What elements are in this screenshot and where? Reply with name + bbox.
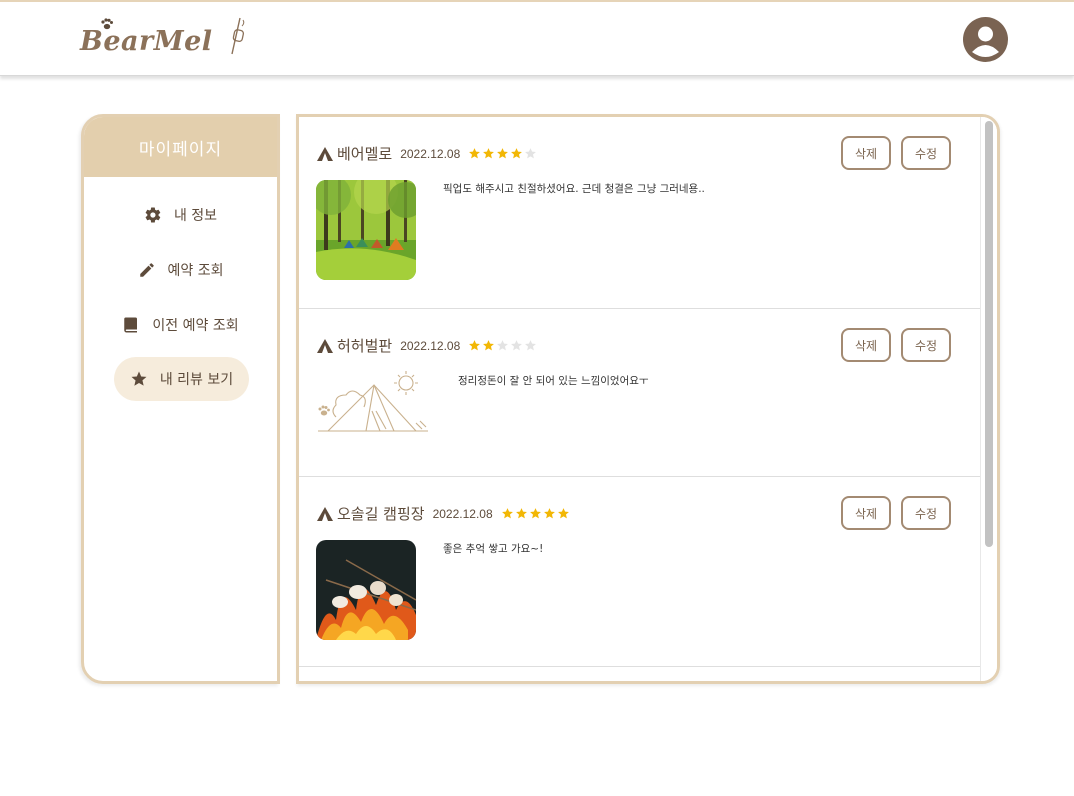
pencil-icon xyxy=(139,263,154,277)
tent-illustration xyxy=(316,371,436,441)
gear-icon xyxy=(145,207,161,223)
sidebar-title: 마이페이지 xyxy=(84,117,277,177)
campsite-name: 허허벌판 xyxy=(337,337,393,355)
star-filled-icon xyxy=(469,340,481,351)
star-filled-icon xyxy=(529,508,541,519)
star-filled-icon xyxy=(543,508,555,519)
star-filled-icon xyxy=(483,148,495,159)
campsite-name: 베어멜로 xyxy=(337,145,393,163)
star-filled-icon xyxy=(497,148,509,159)
sidebar: 마이페이지 내 정보 예약 조회 이전 예약 조회 내 리뷰 보기 xyxy=(81,114,280,684)
review-photo-forest xyxy=(316,180,416,280)
review-card: 허허벌판 2022.12.08 삭제 수정 정리정돈이 잘 안 되어 있는 느낌… xyxy=(299,309,983,477)
edit-button[interactable]: 수정 xyxy=(901,496,951,530)
review-date: 2022.12.08 xyxy=(400,146,461,161)
star-filled-icon xyxy=(515,508,527,519)
review-date: 2022.12.08 xyxy=(432,506,493,521)
sidebar-item-label: 예약 조회 xyxy=(167,263,224,279)
star-icon xyxy=(131,371,147,386)
delete-button[interactable]: 삭제 xyxy=(841,136,891,170)
star-empty-icon xyxy=(525,340,537,351)
star-filled-icon xyxy=(557,508,569,519)
paw-icon xyxy=(101,18,113,30)
review-header: 베어멜로 2022.12.08 xyxy=(317,143,537,164)
sidebar-item-label: 내 정보 xyxy=(173,208,218,224)
sidebar-item-past-reservations[interactable]: 이전 예약 조회 xyxy=(84,303,277,347)
star-empty-icon xyxy=(511,340,523,351)
user-avatar[interactable] xyxy=(963,17,1008,62)
review-header: 오솔길 캠핑장 2022.12.08 xyxy=(317,503,570,524)
top-header: BearMel xyxy=(0,0,1074,76)
tent-icon xyxy=(317,506,333,521)
review-text: 좋은 추억 쌓고 가요~! xyxy=(443,543,544,555)
review-photo-campfire xyxy=(316,540,416,640)
edit-button[interactable]: 수정 xyxy=(901,328,951,362)
star-filled-icon xyxy=(501,508,513,519)
star-filled-icon xyxy=(511,148,523,159)
delete-button[interactable]: 삭제 xyxy=(841,328,891,362)
tent-icon xyxy=(317,146,333,161)
star-rating xyxy=(468,147,537,160)
review-card: 베어멜로 2022.12.08 삭제 수정 픽업도 해주시고 친절하셨어요. 근… xyxy=(299,117,983,309)
star-filled-icon xyxy=(483,340,495,351)
star-rating xyxy=(501,507,570,520)
sidebar-item-label: 내 리뷰 보기 xyxy=(159,372,234,388)
user-circle-icon xyxy=(963,17,1008,62)
review-date: 2022.12.08 xyxy=(400,338,461,353)
star-rating xyxy=(468,339,537,352)
star-empty-icon xyxy=(497,340,509,351)
review-card: 오솔길 캠핑장 2022.12.08 삭제 수정 좋은 추억 쌓고 가요~! xyxy=(299,477,983,667)
review-text: 픽업도 해주시고 친절하셨어요. 근데 청결은 그냥 그러네용.. xyxy=(443,183,705,195)
campsite-name: 오솔길 캠핑장 xyxy=(337,505,425,523)
logo-text: BearMel xyxy=(80,26,213,57)
star-empty-icon xyxy=(525,148,537,159)
star-filled-icon xyxy=(469,148,481,159)
book-icon xyxy=(124,317,138,333)
tent-icon xyxy=(317,338,333,353)
marshmallow-stick-icon xyxy=(231,17,245,55)
review-list-panel[interactable]: 베어멜로 2022.12.08 삭제 수정 픽업도 해주시고 친절하셨어요. 근… xyxy=(296,114,1000,684)
review-text: 정리정돈이 잘 안 되어 있는 느낌이었어요ㅜ xyxy=(458,375,649,387)
delete-button[interactable]: 삭제 xyxy=(841,496,891,530)
sidebar-item-label: 이전 예약 조회 xyxy=(152,318,239,334)
sidebar-item-my-info[interactable]: 내 정보 xyxy=(84,193,277,237)
logo[interactable]: BearMel xyxy=(80,17,250,62)
scrollbar[interactable] xyxy=(980,117,997,681)
scrollbar-thumb[interactable] xyxy=(985,121,993,547)
review-header: 허허벌판 2022.12.08 xyxy=(317,335,537,356)
edit-button[interactable]: 수정 xyxy=(901,136,951,170)
sidebar-item-reservations[interactable]: 예약 조회 xyxy=(84,248,277,292)
sidebar-item-my-reviews[interactable]: 내 리뷰 보기 xyxy=(114,357,249,401)
